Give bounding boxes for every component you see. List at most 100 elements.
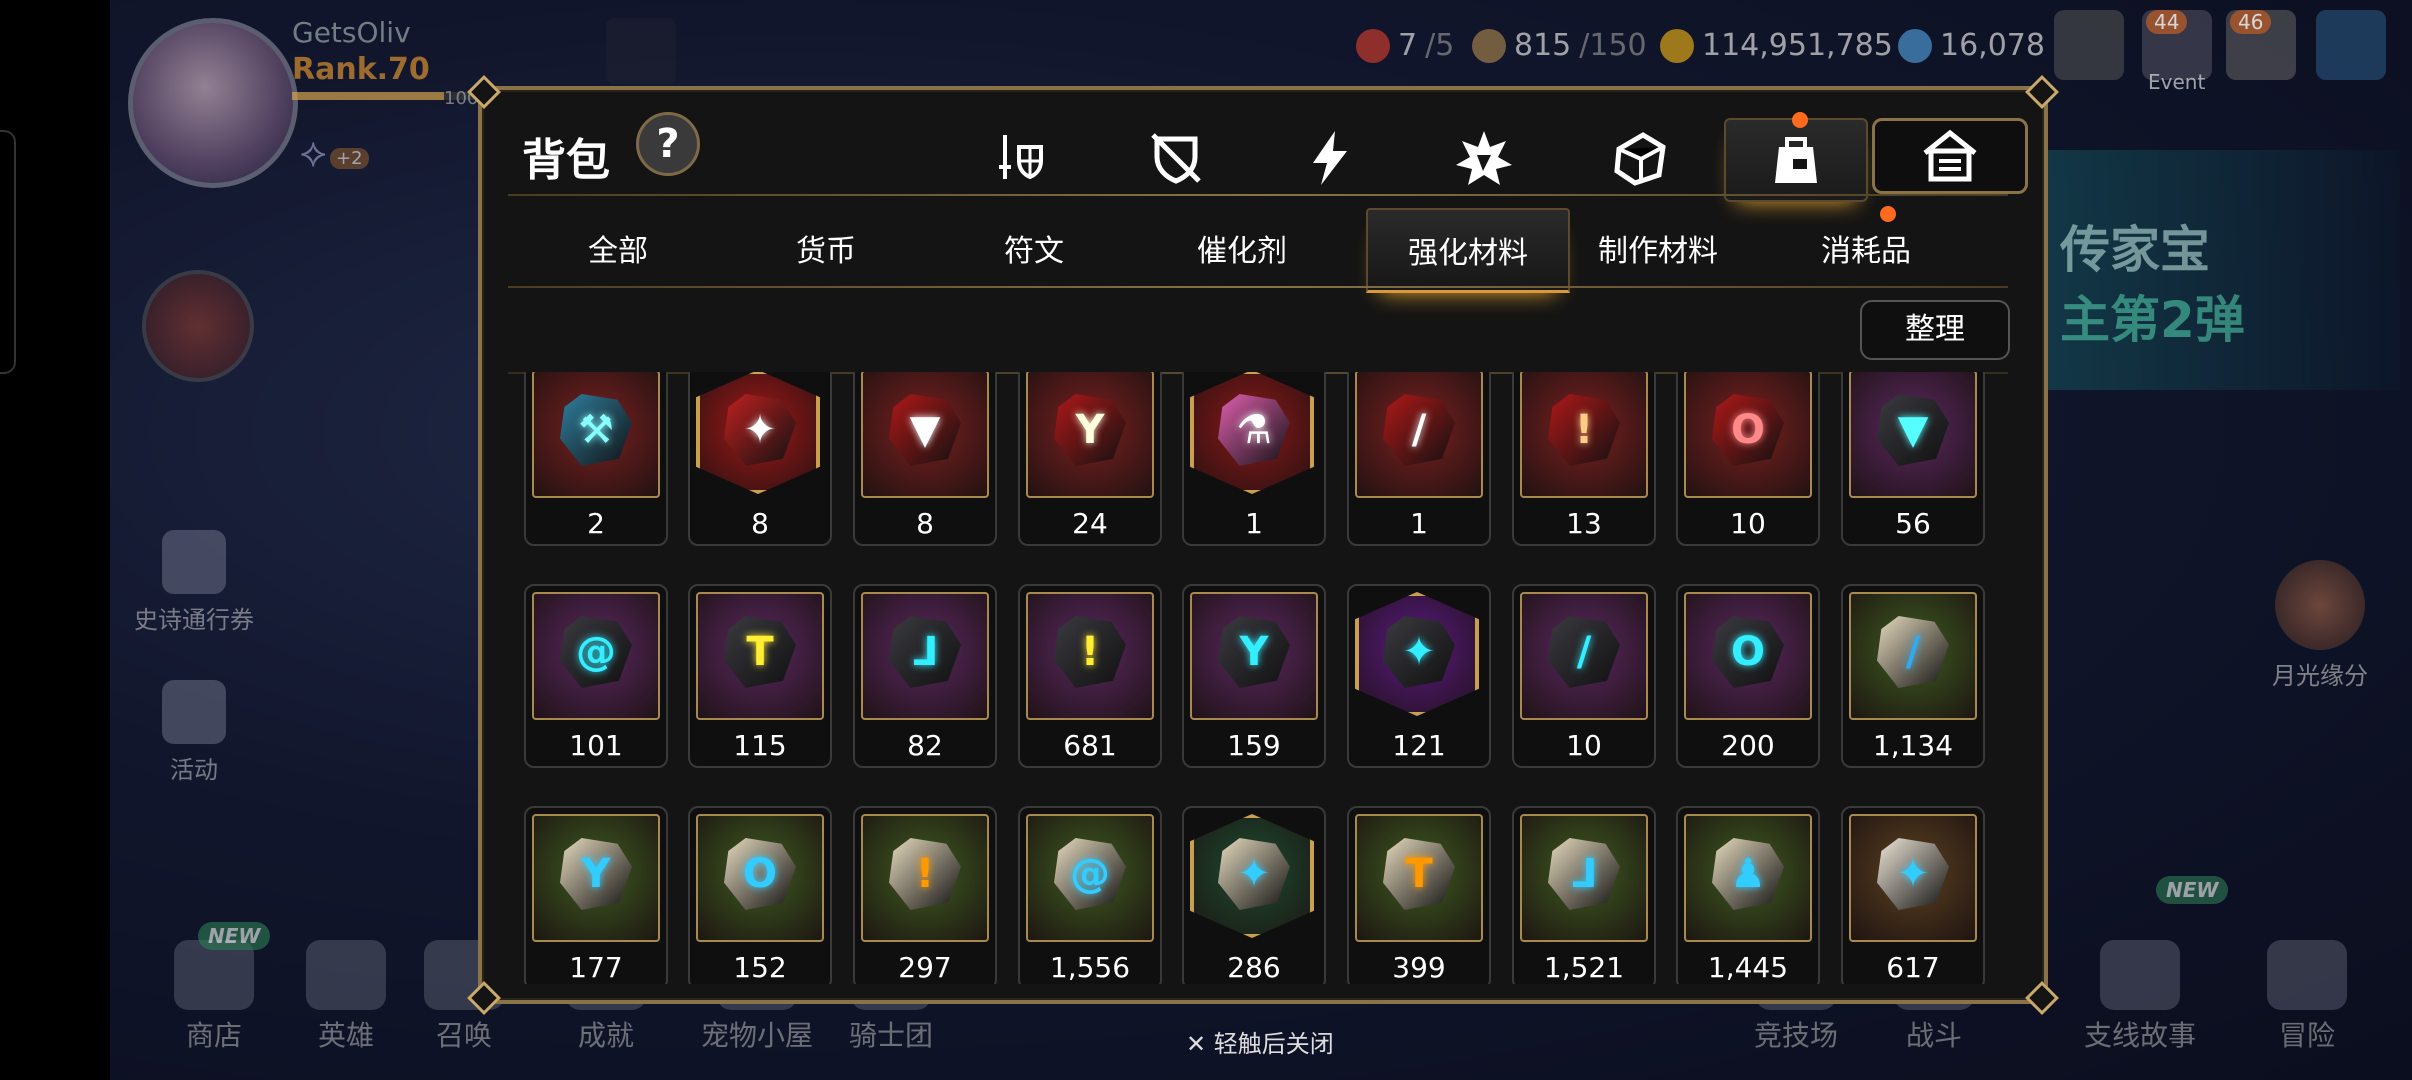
resource-stamina[interactable]: 7/5 [1356, 28, 1454, 63]
inventory-item[interactable]: ⚒ 2 [524, 372, 668, 546]
nav-heroes[interactable]: 英雄 [286, 940, 406, 1054]
inventory-item[interactable]: @101 [524, 584, 668, 768]
moonlight-fate-button[interactable]: 月光缘分 [2260, 560, 2380, 691]
inventory-item[interactable]: ✦ 121 [1347, 584, 1491, 768]
epic-pass-label: 史诗通行券 [134, 606, 254, 634]
crystal-value: 16,078 [1940, 28, 2045, 63]
rune-glyph-icon: / [1905, 629, 1921, 675]
category-storage[interactable] [1872, 118, 2028, 194]
inventory-item[interactable]: T 399 [1347, 806, 1491, 984]
activity-button[interactable]: 活动 [144, 680, 244, 785]
rune-glyph-icon: ▼ [909, 407, 941, 453]
item-quantity: 1,521 [1543, 951, 1625, 984]
item-quantity: 8 [916, 507, 934, 540]
inventory-item[interactable]: ♟ 1,445 [1676, 806, 1820, 984]
rune-glyph-icon: ! [915, 851, 935, 897]
gold-coin-icon [1660, 28, 1694, 63]
inventory-item[interactable]: Y 24 [1018, 372, 1162, 546]
activity-label: 活动 [170, 756, 218, 784]
wing-icon[interactable]: ⟡ [300, 130, 326, 176]
inventory-item[interactable]: ⅃ 82 [853, 584, 997, 768]
item-quantity: 617 [1886, 951, 1940, 984]
companion-avatar[interactable] [142, 270, 254, 382]
category-material[interactable] [1570, 118, 1710, 198]
inventory-item[interactable]: / 10 [1512, 584, 1656, 768]
nav-pet-house-label: 宠物小屋 [700, 1019, 813, 1052]
item-quantity: 56 [1895, 507, 1931, 540]
bell-icon [162, 680, 226, 744]
inventory-item[interactable]: ▼ 56 [1841, 372, 1985, 546]
sanctuary-icon[interactable] [2054, 10, 2124, 80]
tab-runes[interactable]: 符文 [934, 208, 1134, 288]
stamina-max: /5 [1425, 28, 1455, 63]
crystal-icon [1898, 28, 1932, 63]
item-quantity: 1,556 [1049, 951, 1131, 984]
inventory-item[interactable]: Y 159 [1182, 584, 1326, 768]
sort-button[interactable]: 整理 [1860, 300, 2010, 360]
item-quantity: 82 [907, 729, 943, 762]
inventory-item[interactable]: ✦ 617 [1841, 806, 1985, 984]
inventory-item[interactable]: ! 297 [853, 806, 997, 984]
tab-catalyst[interactable]: 催化剂 [1142, 208, 1342, 288]
tab-all[interactable]: 全部 [518, 208, 718, 288]
inventory-item[interactable]: O 152 [688, 806, 832, 984]
category-unequipped[interactable] [1106, 118, 1246, 198]
inventory-item[interactable]: ! 13 [1512, 372, 1656, 546]
inventory-item[interactable]: @1,556 [1018, 806, 1162, 984]
rune-glyph-icon: ✦ [743, 407, 777, 453]
nav-side-story[interactable]: 支线故事 [2070, 940, 2210, 1054]
inventory-item[interactable]: ⚗ 1 [1182, 372, 1326, 546]
item-quantity: 13 [1566, 507, 1602, 540]
inventory-item[interactable]: O 10 [1676, 372, 1820, 546]
chat-count-badge: 46 [2230, 10, 2272, 34]
event-banner[interactable]: 传家宝 主第2弹 [2040, 150, 2400, 390]
menu-grid-icon[interactable] [2316, 10, 2386, 80]
resource-crystal[interactable]: 16,078 [1898, 28, 2045, 63]
player-avatar[interactable] [128, 18, 298, 188]
inventory-item[interactable]: Y 177 [524, 806, 668, 984]
new-badge-shop: NEW [198, 922, 271, 950]
book-icon [2100, 940, 2180, 1010]
gold-value: 114,951,785 [1702, 28, 1893, 63]
helmet-icon [306, 940, 386, 1010]
nav-adventure[interactable]: 冒险 [2252, 940, 2362, 1054]
rune-glyph-icon: ⚒ [578, 407, 614, 453]
adventure-icon [2267, 940, 2347, 1010]
rune-glyph-icon: Y [1075, 407, 1105, 453]
category-skill[interactable] [1260, 118, 1400, 198]
epic-pass-button[interactable]: 史诗通行券 [124, 530, 264, 635]
item-quantity: 10 [1566, 729, 1602, 762]
inventory-item[interactable]: /1 [1347, 372, 1491, 546]
close-hint-label: 轻触后关闭 [1213, 1030, 1334, 1058]
nav-achievement-label: 成就 [577, 1019, 634, 1052]
lobby-button[interactable] [606, 18, 676, 84]
inventory-item[interactable]: / 1,134 [1841, 584, 1985, 768]
nav-shop[interactable]: 商店 [154, 940, 274, 1054]
tab-consumables[interactable]: 消耗品 [1766, 208, 1966, 288]
rune-glyph-icon: Y [581, 851, 611, 897]
category-artifact[interactable] [1414, 118, 1554, 198]
tab-enhance-material[interactable]: 强化材料 [1366, 208, 1570, 293]
rune-glyph-icon: ✦ [1896, 851, 1930, 897]
inventory-item[interactable]: ⅃ 1,521 [1512, 806, 1656, 984]
inventory-item[interactable]: ▼ 8 [853, 372, 997, 546]
new-badge-side-story: NEW [2156, 876, 2229, 904]
help-button[interactable]: ? [636, 112, 700, 176]
category-weapon-armor[interactable] [950, 118, 1090, 198]
inventory-item[interactable]: T 115 [688, 584, 832, 768]
resource-skystone[interactable]: 815/150 [1472, 28, 1647, 63]
skystone-icon [1472, 28, 1506, 63]
nav-arena-label: 竞技场 [1753, 1019, 1838, 1052]
rune-glyph-icon: ✦ [1402, 629, 1436, 675]
inventory-item[interactable]: ! 681 [1018, 584, 1162, 768]
inventory-item[interactable]: ✦ 286 [1182, 806, 1326, 984]
inventory-item[interactable]: O 200 [1676, 584, 1820, 768]
tap-to-close[interactable]: ✕ 轻触后关闭 [1186, 1024, 1334, 1059]
category-inventory[interactable] [1724, 118, 1868, 202]
tab-currency[interactable]: 货币 [726, 208, 926, 288]
resource-gold[interactable]: 114,951,785 [1660, 28, 1893, 63]
tab-craft-material[interactable]: 制作材料 [1558, 208, 1758, 288]
inventory-item[interactable]: ✦ 8 [688, 372, 832, 546]
stamina-value: 7 [1398, 28, 1418, 63]
item-quantity: 159 [1227, 729, 1281, 762]
